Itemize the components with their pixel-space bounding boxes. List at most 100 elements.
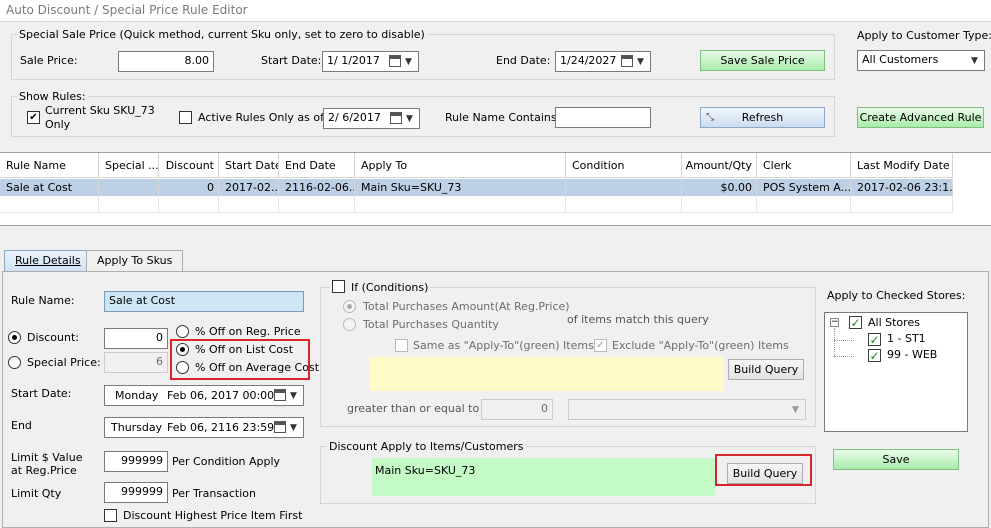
empty-cell (682, 196, 757, 213)
special-price-label: Special Price: (27, 356, 101, 369)
checkmark-icon: ✔ (29, 111, 38, 123)
save-button[interactable]: Save (833, 449, 959, 470)
customer-type-select[interactable]: All Customers ▼ (857, 50, 985, 71)
store-checkbox-st1[interactable]: ✓ (868, 333, 881, 346)
tab-rule-details[interactable]: Rule Details (4, 250, 92, 271)
create-advanced-rule-button[interactable]: Create Advanced Rule (857, 107, 984, 128)
column-header[interactable]: Rule Name (0, 153, 99, 178)
table-cell: Main Sku=SKU_73 (355, 179, 566, 196)
total-qty-radio[interactable] (343, 318, 356, 331)
discount-input[interactable]: 0 (104, 328, 168, 349)
active-only-label: Active Rules Only as of (198, 111, 324, 124)
collapse-icon[interactable]: − (830, 318, 839, 327)
refresh-button[interactable]: ⤡ Refresh (700, 107, 825, 128)
total-amount-label: Total Purchases Amount(At Reg.Price) (363, 300, 570, 313)
column-header[interactable]: Last Modify Date (851, 153, 953, 178)
save-sale-price-button[interactable]: Save Sale Price (700, 50, 825, 71)
gte-label: greater than or equal to (347, 402, 480, 415)
table-cell: 2017-02-06 23:1... (851, 179, 953, 196)
start-date: Feb 06, 2017 00:00 (167, 389, 275, 402)
tree-line (834, 328, 835, 356)
quick-end-date-picker[interactable]: 1/24/2027 ▼ (555, 51, 651, 72)
end-date-label: End (11, 419, 32, 432)
empty-cell (566, 196, 682, 213)
limit-value-label-1: Limit $ Value (11, 451, 83, 464)
window-title: Auto Discount / Special Price Rule Edito… (0, 0, 991, 22)
column-header[interactable]: End Date (279, 153, 355, 178)
apply-items-query-box[interactable]: Main Sku=SKU_73 (372, 458, 715, 496)
column-header[interactable]: Special ... (99, 153, 159, 178)
limit-qty-input[interactable]: 999999 (104, 482, 168, 503)
rules-grid[interactable]: Rule Name Special ... Discount Start Dat… (0, 152, 991, 226)
chevron-down-icon: ▼ (290, 390, 297, 401)
chevron-down-icon: ▼ (405, 56, 412, 67)
active-date-picker[interactable]: 2/ 6/2017 ▼ (323, 108, 420, 129)
limit-qty-label: Limit Qty (11, 487, 62, 500)
column-header[interactable]: Apply To (355, 153, 566, 178)
tab-apply-to-skus[interactable]: Apply To Skus (86, 250, 184, 271)
empty-cell (279, 196, 355, 213)
column-header[interactable]: Amount/Qty (682, 153, 757, 178)
gte-input[interactable]: 0 (481, 399, 553, 420)
current-sku-label-2: Only (45, 118, 71, 131)
gte-select[interactable]: ▼ (568, 399, 806, 420)
highlight-box (715, 454, 812, 486)
discount-label: Discount: (27, 331, 79, 344)
quick-start-date-value: 1/ 1/2017 (327, 54, 380, 67)
column-header[interactable]: Start Date (219, 153, 279, 178)
condition-build-query-button[interactable]: Build Query (728, 359, 804, 380)
total-amount-radio[interactable] (343, 300, 356, 313)
same-as-checkbox[interactable] (395, 339, 408, 352)
start-datetime-picker[interactable]: Monday Feb 06, 2017 00:00 ▼ (104, 385, 304, 406)
current-sku-label-1: Current Sku SKU_73 (45, 104, 155, 117)
apply-items-query-text: Main Sku=SKU_73 (375, 464, 476, 477)
stores-label: Apply to Checked Stores: (827, 289, 966, 302)
quick-start-date-picker[interactable]: 1/ 1/2017 ▼ (322, 51, 419, 72)
table-cell: $0.00 (682, 179, 757, 196)
empty-cell (0, 196, 99, 213)
empty-cell (219, 196, 279, 213)
all-stores-checkbox[interactable]: ✓ (849, 316, 862, 329)
table-cell: 0 (159, 179, 219, 196)
tree-line (834, 356, 854, 357)
rule-name-input[interactable]: Sale at Cost (104, 291, 304, 312)
refresh-label: Refresh (741, 111, 784, 124)
empty-cell (159, 196, 219, 213)
column-header[interactable]: Condition (566, 153, 682, 178)
quick-sale-legend: Special Sale Price (Quick method, curren… (17, 28, 427, 41)
current-sku-checkbox[interactable]: ✔ (27, 111, 40, 124)
if-conditions-checkbox[interactable] (332, 280, 345, 293)
highest-price-label: Discount Highest Price Item First (123, 509, 303, 522)
active-date-value: 2/ 6/2017 (328, 111, 381, 124)
active-only-checkbox[interactable] (179, 111, 192, 124)
store-checkbox-web[interactable]: ✓ (868, 349, 881, 362)
sale-price-input[interactable]: 8.00 (118, 51, 214, 72)
checkmark-icon: ✔ (596, 339, 605, 351)
end-date: Feb 06, 2116 23:59 (167, 421, 275, 434)
items-match-label: of items match this query (567, 313, 709, 326)
reg-price-radio[interactable] (176, 325, 189, 338)
exclude-checkbox[interactable]: ✔ (594, 339, 607, 352)
store-label-web: 99 - WEB (887, 348, 938, 361)
special-price-input[interactable]: 6 (104, 352, 168, 373)
empty-cell (851, 196, 953, 213)
store-label-st1: 1 - ST1 (887, 332, 926, 345)
start-day: Monday (115, 389, 159, 402)
special-price-radio[interactable] (8, 356, 21, 369)
highest-price-checkbox[interactable] (104, 509, 117, 522)
empty-cell (99, 196, 159, 213)
condition-query-box[interactable] (369, 357, 724, 391)
highlight-box (170, 339, 310, 380)
same-as-label: Same as "Apply-To"(green) Items (413, 339, 594, 352)
table-cell (99, 179, 159, 196)
discount-radio[interactable] (8, 331, 21, 344)
rule-name-contains-input[interactable] (555, 107, 651, 128)
exclude-label: Exclude "Apply-To"(green) Items (612, 339, 789, 352)
column-header[interactable]: Clerk (757, 153, 851, 178)
end-datetime-picker[interactable]: Thursday Feb 06, 2116 23:59 ▼ (104, 417, 304, 438)
table-cell: POS System A... (757, 179, 851, 196)
stores-tree[interactable]: − ✓ All Stores ✓ 1 - ST1 ✓ 99 - WEB (824, 312, 968, 432)
rule-name-label: Rule Name: (11, 294, 75, 307)
column-header[interactable]: Discount (159, 153, 219, 178)
limit-value-input[interactable]: 999999 (104, 451, 168, 472)
